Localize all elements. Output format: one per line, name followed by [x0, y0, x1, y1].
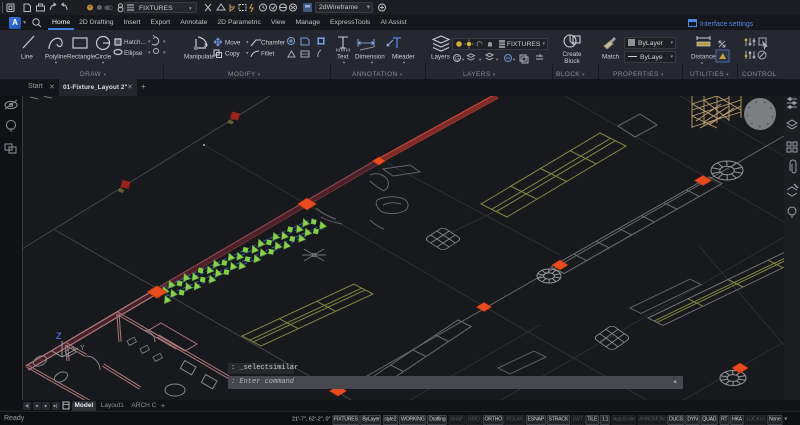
svg-text:Layers: Layers: [431, 54, 450, 61]
svg-text:Rectangle: Rectangle: [67, 54, 96, 61]
svg-text:▾: ▾: [462, 57, 465, 62]
svg-text:Chamfer: Chamfer: [261, 40, 285, 47]
svg-text:Circle: Circle: [95, 54, 112, 61]
svg-text:Y: Y: [80, 345, 85, 352]
svg-text:▾: ▾: [163, 39, 166, 45]
svg-text:Create: Create: [563, 51, 582, 58]
svg-text:Line: Line: [21, 54, 33, 61]
svg-text:Copy: Copy: [225, 51, 241, 58]
svg-text:▾: ▾: [148, 50, 151, 56]
svg-text:Ellipse: Ellipse: [124, 50, 143, 57]
svg-text:Z: Z: [56, 331, 62, 341]
svg-text:▾: ▾: [513, 57, 516, 62]
svg-text:▾: ▾: [246, 40, 249, 46]
svg-text:▾: ▾: [148, 39, 151, 45]
svg-text:Fillet: Fillet: [261, 51, 275, 58]
svg-text:Block: Block: [564, 58, 580, 65]
svg-text:Hatch...: Hatch...: [124, 39, 146, 46]
svg-text:▾: ▾: [189, 6, 192, 12]
svg-text:Mleader: Mleader: [392, 54, 415, 61]
svg-text:Move: Move: [225, 40, 241, 47]
svg-text:Polyline: Polyline: [45, 54, 68, 61]
svg-text:▾: ▾: [496, 57, 499, 62]
svg-text:G: G: [455, 57, 460, 63]
svg-text:Distance: Distance: [691, 54, 716, 61]
svg-text:▾: ▾: [479, 57, 482, 62]
svg-text:Match: Match: [602, 54, 620, 61]
svg-text:Text: Text: [337, 54, 349, 61]
svg-text:▾: ▾: [246, 51, 249, 57]
svg-text:FIXTURES: FIXTURES: [139, 5, 173, 12]
svg-text:Manipulate: Manipulate: [184, 54, 215, 61]
svg-text:Dimension: Dimension: [355, 54, 385, 61]
svg-text:▾: ▾: [163, 50, 166, 56]
